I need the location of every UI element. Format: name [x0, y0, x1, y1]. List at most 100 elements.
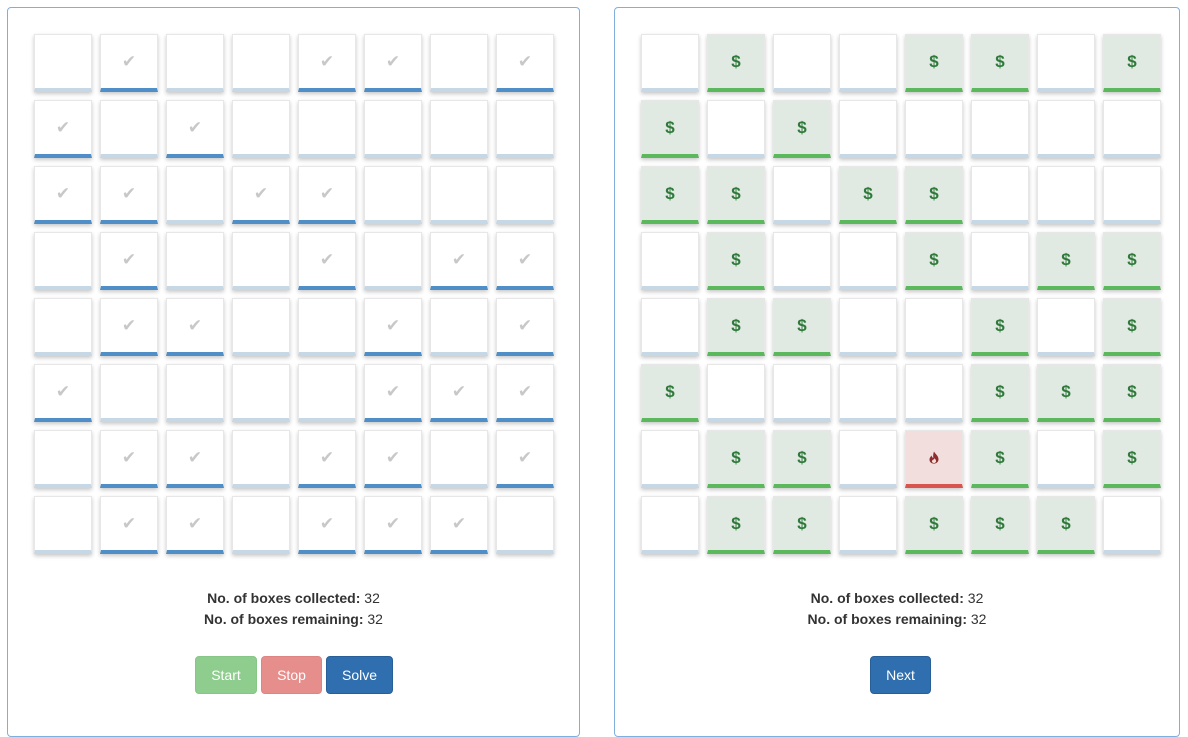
box-cell[interactable] [707, 364, 765, 422]
box-cell[interactable] [34, 232, 92, 290]
box-cell[interactable] [232, 430, 290, 488]
box-cell[interactable] [839, 34, 897, 92]
box-cell[interactable]: $ [971, 364, 1029, 422]
box-cell[interactable]: ✔ [100, 430, 158, 488]
box-cell[interactable] [232, 100, 290, 158]
box-cell[interactable] [364, 166, 422, 224]
box-cell[interactable]: ✔ [364, 364, 422, 422]
box-cell[interactable] [430, 430, 488, 488]
box-cell[interactable] [905, 298, 963, 356]
box-cell[interactable]: ✔ [100, 166, 158, 224]
box-cell[interactable] [430, 166, 488, 224]
box-cell[interactable]: $ [707, 34, 765, 92]
box-cell[interactable]: ✔ [100, 232, 158, 290]
box-cell[interactable]: $ [641, 100, 699, 158]
box-cell[interactable]: ✔ [430, 496, 488, 554]
box-cell[interactable] [971, 100, 1029, 158]
box-cell[interactable]: ✔ [100, 496, 158, 554]
box-cell[interactable]: ✔ [496, 232, 554, 290]
box-cell[interactable] [1037, 298, 1095, 356]
box-cell[interactable]: $ [1103, 232, 1161, 290]
box-cell[interactable]: $ [971, 298, 1029, 356]
box-cell[interactable] [905, 364, 963, 422]
box-cell[interactable] [232, 298, 290, 356]
box-cell[interactable] [232, 364, 290, 422]
box-cell[interactable]: $ [773, 496, 831, 554]
box-cell[interactable]: $ [971, 34, 1029, 92]
box-cell[interactable]: $ [905, 232, 963, 290]
next-button[interactable]: Next [870, 656, 931, 694]
box-cell[interactable]: ✔ [166, 298, 224, 356]
box-cell[interactable] [1103, 166, 1161, 224]
box-cell[interactable]: $ [1037, 496, 1095, 554]
box-cell[interactable]: ✔ [364, 430, 422, 488]
box-cell[interactable]: ✔ [100, 34, 158, 92]
box-cell[interactable]: $ [905, 34, 963, 92]
box-cell[interactable] [166, 166, 224, 224]
box-cell[interactable] [364, 100, 422, 158]
stop-button[interactable]: Stop [261, 656, 322, 694]
box-cell[interactable]: ✔ [430, 232, 488, 290]
box-cell[interactable] [232, 496, 290, 554]
box-cell[interactable]: $ [641, 166, 699, 224]
box-cell[interactable]: $ [707, 430, 765, 488]
box-cell[interactable] [100, 364, 158, 422]
box-cell[interactable] [34, 430, 92, 488]
box-cell[interactable] [773, 166, 831, 224]
box-cell[interactable] [430, 34, 488, 92]
box-cell[interactable] [232, 34, 290, 92]
box-cell[interactable] [166, 364, 224, 422]
box-cell[interactable] [34, 298, 92, 356]
box-cell[interactable]: ✔ [496, 34, 554, 92]
box-cell[interactable]: $ [971, 430, 1029, 488]
box-cell[interactable]: $ [707, 298, 765, 356]
box-cell[interactable]: ✔ [34, 100, 92, 158]
box-cell[interactable] [839, 364, 897, 422]
box-cell[interactable] [298, 364, 356, 422]
box-cell[interactable] [641, 232, 699, 290]
solve-button[interactable]: Solve [326, 656, 393, 694]
box-cell[interactable] [1037, 166, 1095, 224]
box-cell[interactable]: $ [1103, 364, 1161, 422]
box-cell[interactable]: ✔ [364, 34, 422, 92]
box-cell[interactable] [773, 364, 831, 422]
box-cell[interactable] [34, 496, 92, 554]
box-cell[interactable]: ✔ [166, 100, 224, 158]
box-cell[interactable]: $ [773, 100, 831, 158]
box-cell[interactable] [298, 100, 356, 158]
box-cell[interactable]: ✔ [298, 232, 356, 290]
start-button[interactable]: Start [195, 656, 257, 694]
box-cell[interactable] [1103, 100, 1161, 158]
box-cell[interactable] [839, 100, 897, 158]
box-cell[interactable] [641, 34, 699, 92]
box-cell[interactable] [430, 100, 488, 158]
box-cell[interactable]: ✔ [496, 298, 554, 356]
box-cell[interactable]: ✔ [298, 166, 356, 224]
box-cell[interactable] [839, 298, 897, 356]
box-cell[interactable]: ✔ [298, 34, 356, 92]
box-cell[interactable] [496, 496, 554, 554]
box-cell[interactable]: $ [1037, 364, 1095, 422]
box-cell[interactable] [971, 232, 1029, 290]
box-cell[interactable]: $ [707, 232, 765, 290]
box-cell[interactable] [34, 34, 92, 92]
box-cell[interactable] [641, 430, 699, 488]
box-cell[interactable] [1037, 430, 1095, 488]
box-cell[interactable] [905, 430, 963, 488]
box-cell[interactable]: ✔ [34, 166, 92, 224]
box-cell[interactable] [641, 298, 699, 356]
box-cell[interactable] [839, 430, 897, 488]
box-cell[interactable]: $ [1103, 34, 1161, 92]
box-cell[interactable] [641, 496, 699, 554]
box-cell[interactable]: $ [773, 430, 831, 488]
box-cell[interactable]: ✔ [496, 364, 554, 422]
box-cell[interactable] [1103, 496, 1161, 554]
box-cell[interactable] [1037, 100, 1095, 158]
box-cell[interactable]: ✔ [34, 364, 92, 422]
box-cell[interactable]: $ [971, 496, 1029, 554]
box-cell[interactable]: $ [641, 364, 699, 422]
box-cell[interactable] [364, 232, 422, 290]
box-cell[interactable] [232, 232, 290, 290]
box-cell[interactable] [839, 232, 897, 290]
box-cell[interactable]: $ [1103, 298, 1161, 356]
